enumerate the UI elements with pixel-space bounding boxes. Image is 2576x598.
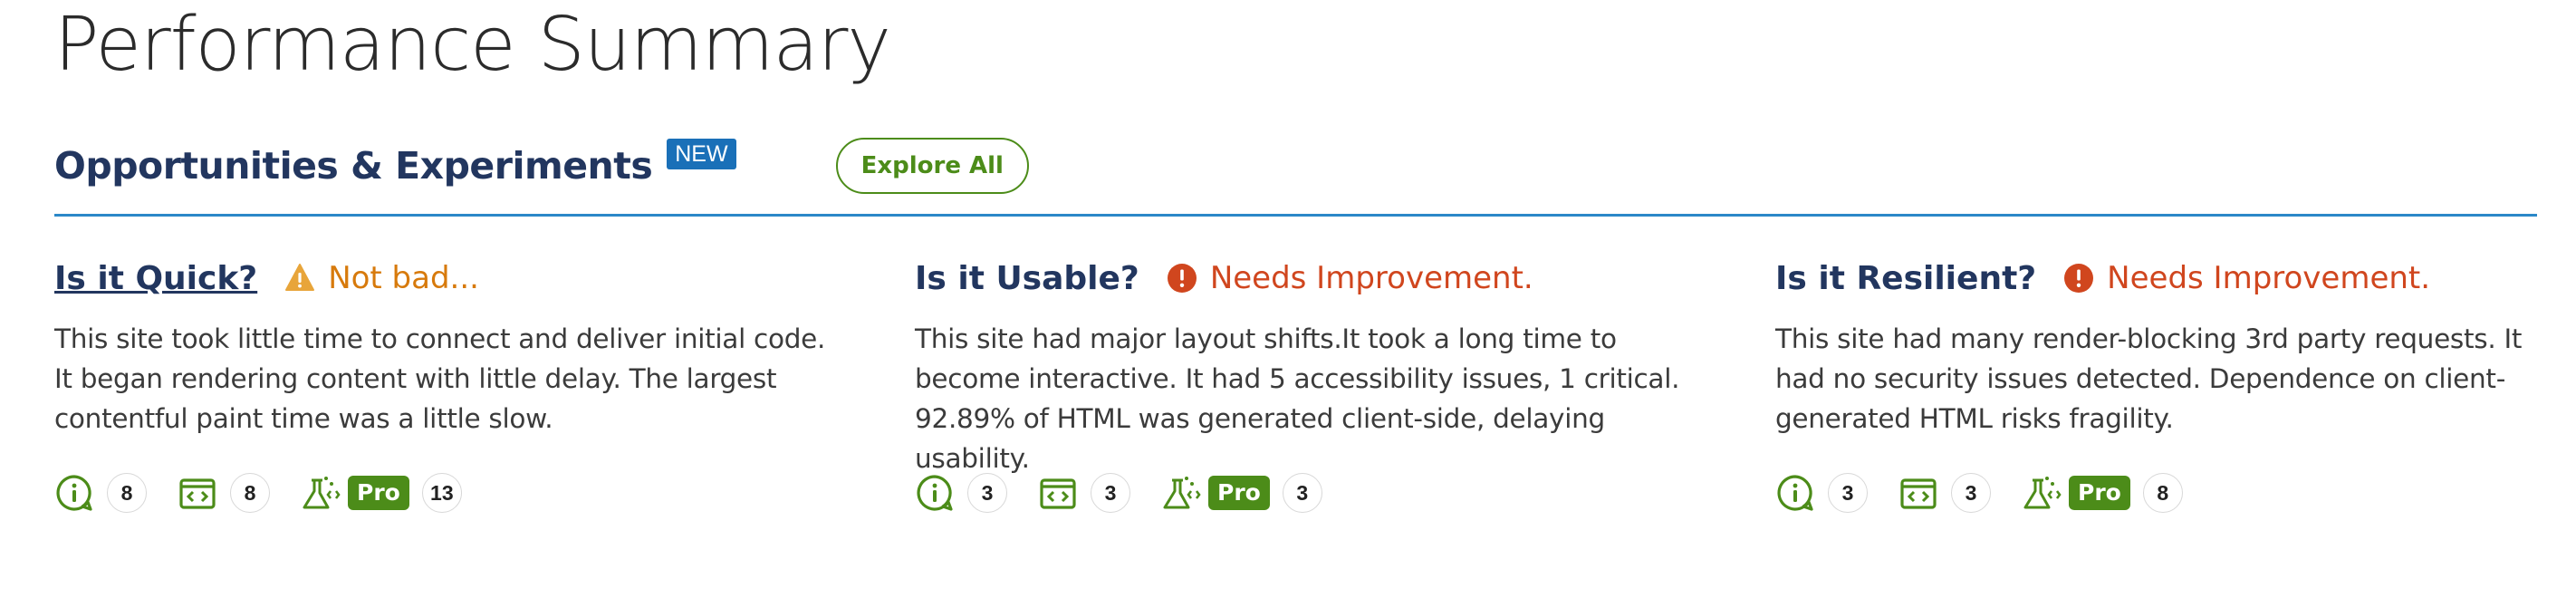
experiments-metric[interactable]: Pro 8 — [2022, 473, 2183, 513]
info-metric[interactable]: 8 — [54, 473, 147, 513]
section-title: Opportunities & Experiments — [54, 144, 653, 188]
info-count: 3 — [1828, 473, 1868, 513]
status-resilient: Needs Improvement. — [2063, 260, 2430, 296]
explore-all-button[interactable]: Explore All — [835, 138, 1029, 194]
pro-badge: Pro — [348, 476, 409, 510]
status-quick: Not bad... — [284, 260, 479, 296]
status-text-usable: Needs Improvement. — [1209, 260, 1533, 296]
card-title-resilient: Is it Resilient? — [1775, 259, 2037, 297]
card-usable: Is it Usable? Needs Improvement. This si… — [915, 256, 1694, 513]
code-count: 3 — [1951, 473, 1991, 513]
status-usable: Needs Improvement. — [1167, 260, 1533, 296]
experiments-metric[interactable]: Pro 3 — [1161, 473, 1322, 513]
warning-triangle-icon — [285, 264, 315, 291]
info-bubble-icon — [1777, 475, 1813, 511]
card-metrics-resilient: 3 3 Pro 8 — [1775, 466, 2214, 520]
flask-icon — [1163, 477, 1201, 509]
card-description-quick: This site took little time to connect an… — [54, 323, 826, 434]
card-metrics-quick: 8 8 Pro 13 — [54, 466, 493, 520]
card-description-resilient: This site had many render-blocking 3rd p… — [1775, 323, 2523, 434]
code-window-icon — [179, 478, 216, 509]
experiments-count: 13 — [421, 473, 462, 513]
page-title: Performance Summary — [54, 2, 891, 88]
experiments-count: 8 — [2142, 473, 2183, 513]
status-text-resilient: Needs Improvement. — [2107, 260, 2431, 296]
card-title-usable: Is it Usable? — [915, 259, 1139, 297]
info-count: 8 — [107, 473, 147, 513]
code-metric[interactable]: 8 — [178, 473, 270, 513]
card-description-usable: This site had major layout shifts.It too… — [915, 323, 1680, 474]
experiments-count: 3 — [1282, 473, 1322, 513]
status-text-quick: Not bad... — [328, 260, 479, 296]
card-metrics-usable: 3 3 Pro 3 — [915, 466, 1353, 520]
info-metric[interactable]: 3 — [915, 473, 1007, 513]
new-badge: NEW — [667, 139, 736, 169]
info-metric[interactable]: 3 — [1775, 473, 1868, 513]
card-title-quick[interactable]: Is it Quick? — [54, 260, 257, 297]
flask-icon — [303, 477, 341, 509]
code-metric[interactable]: 3 — [1038, 473, 1130, 513]
code-count: 3 — [1091, 473, 1130, 513]
card-quick: Is it Quick? Not bad... This site took l… — [54, 256, 833, 513]
section-header: Opportunities & Experiments NEW Explore … — [54, 134, 1029, 198]
code-window-icon — [1040, 478, 1076, 509]
pro-badge: Pro — [1208, 476, 1270, 510]
code-count: 8 — [230, 473, 270, 513]
section-divider — [54, 214, 2537, 217]
alert-circle-icon — [2064, 264, 2094, 293]
info-bubble-icon — [917, 475, 953, 511]
info-bubble-icon — [56, 475, 92, 511]
pro-badge: Pro — [2069, 476, 2130, 510]
card-resilient: Is it Resilient? Needs Improvement. This… — [1775, 256, 2554, 513]
info-count: 3 — [967, 473, 1007, 513]
alert-circle-icon — [1167, 264, 1197, 293]
code-window-icon — [1900, 478, 1937, 509]
experiments-metric[interactable]: Pro 13 — [301, 473, 462, 513]
flask-icon — [2023, 477, 2062, 509]
code-metric[interactable]: 3 — [1898, 473, 1991, 513]
